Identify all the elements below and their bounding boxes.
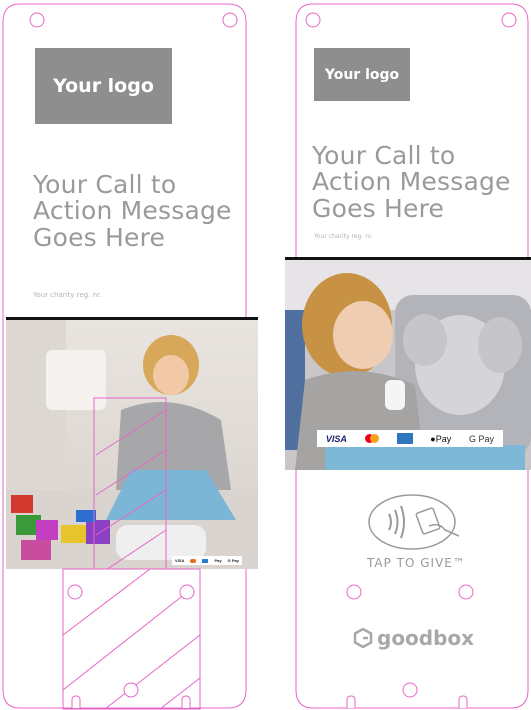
left-applepay-logo: Pay bbox=[214, 558, 222, 563]
goodbox-text: goodbox bbox=[377, 626, 475, 650]
left-logo: Your logo bbox=[35, 48, 172, 124]
right-panel: Your logo Your Call to Action Message Go… bbox=[283, 0, 531, 710]
left-mastercard-logo bbox=[190, 558, 197, 563]
left-cta-line-3: Goes Here bbox=[33, 222, 166, 252]
left-panel: Your logo Your Call to Action Message Go… bbox=[0, 0, 258, 710]
left-googlepay-logo: G Pay bbox=[227, 558, 239, 563]
left-logo-text: Your logo bbox=[53, 75, 154, 97]
left-cta-line-1: Your Call to bbox=[33, 170, 177, 199]
left-cta-line-2: Action Message bbox=[33, 196, 232, 226]
apple-pay-logo: ●Pay bbox=[430, 433, 452, 444]
right-charity-reg: Your charity reg. nr. bbox=[314, 233, 373, 240]
right-photo: VISA ●Pay G Pay bbox=[285, 260, 531, 470]
left-photo-illustration bbox=[6, 320, 258, 569]
right-logo-text: Your logo bbox=[324, 66, 400, 83]
mastercard-logo bbox=[364, 434, 379, 443]
tap-to-give-label: TAP TO GIVE™ bbox=[367, 556, 466, 570]
goodbox-logo-icon bbox=[353, 628, 373, 648]
left-visa-logo: VISA bbox=[175, 558, 185, 563]
left-payment-strip: VISA Pay G Pay bbox=[172, 556, 242, 565]
amex-logo bbox=[396, 433, 413, 444]
left-cta-message: Your Call to Action Message Goes Here bbox=[33, 170, 232, 252]
visa-logo: VISA bbox=[325, 433, 347, 444]
apple-pay-text: Pay bbox=[435, 433, 452, 444]
contactless-card-icon bbox=[368, 494, 460, 550]
left-amex-logo bbox=[202, 558, 209, 563]
right-payment-strip: VISA ●Pay G Pay bbox=[317, 430, 503, 447]
right-cta-message: Your Call to Action Message Goes Here bbox=[312, 141, 511, 223]
left-charity-reg: Your charity reg. nr. bbox=[33, 291, 102, 299]
right-cta-line-3: Goes Here bbox=[312, 193, 445, 223]
google-pay-logo: G Pay bbox=[469, 433, 495, 444]
left-photo: VISA Pay G Pay bbox=[6, 320, 258, 569]
right-cta-line-2: Action Message bbox=[312, 167, 511, 197]
goodbox-brand: goodbox bbox=[353, 626, 474, 650]
right-cta-line-1: Your Call to bbox=[312, 141, 456, 170]
right-logo: Your logo bbox=[314, 48, 410, 101]
